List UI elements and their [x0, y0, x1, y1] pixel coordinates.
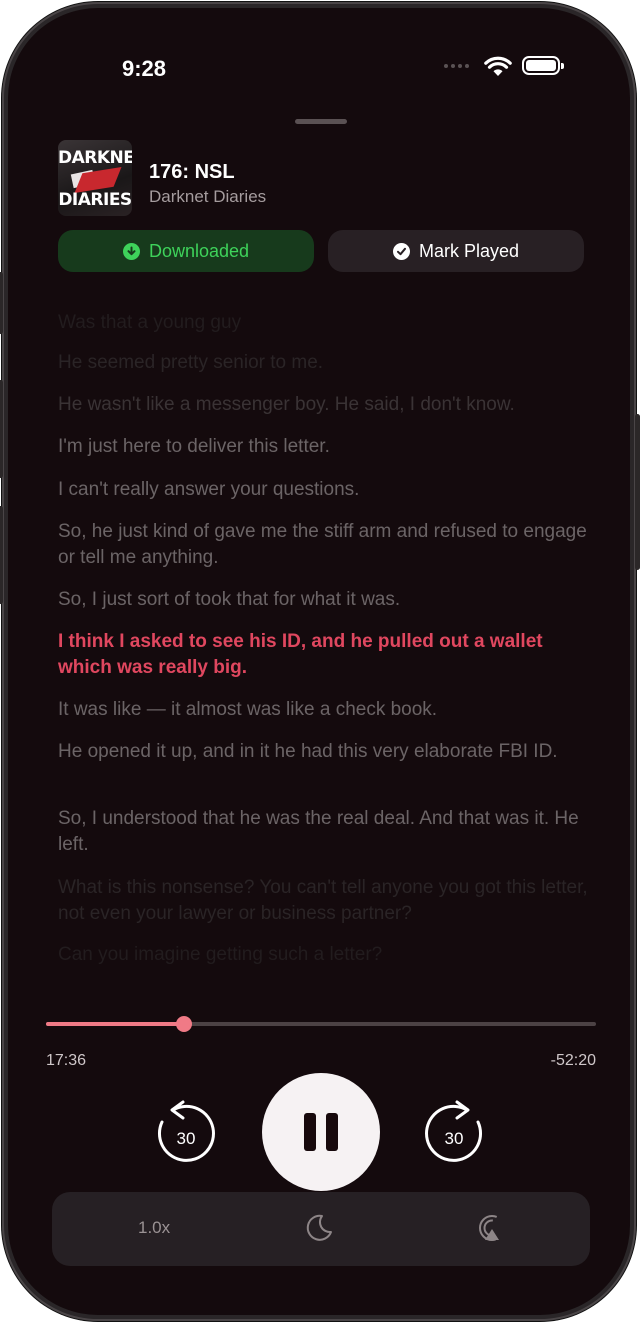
- skip-back-seconds: 30: [176, 1129, 196, 1148]
- battery-icon: [522, 56, 564, 75]
- download-check-icon: [122, 242, 140, 260]
- remaining-time: -52:20: [550, 1052, 596, 1069]
- side-button-volume-up: [0, 380, 3, 478]
- sheet-grabber[interactable]: [295, 119, 347, 124]
- transcript-line[interactable]: He opened it up, and in it he had this v…: [58, 739, 598, 765]
- phone-frame: 9:28 DARKNET DIARIES 176: NSL Darknet Di…: [0, 2, 640, 1321]
- skip-forward-button[interactable]: 30: [421, 1098, 487, 1168]
- transcript-line-current[interactable]: I think I asked to see his ID, and he pu…: [58, 629, 598, 681]
- skip-back-button[interactable]: 30: [153, 1098, 219, 1168]
- side-button-volume-down: [0, 506, 3, 604]
- wifi-icon: [484, 56, 512, 76]
- podcast-name[interactable]: Darknet Diaries: [149, 187, 266, 207]
- transcript-line[interactable]: So, I just sort of took that for what it…: [58, 587, 598, 613]
- transcript-line[interactable]: I'm just here to deliver this letter.: [58, 434, 598, 460]
- skip-forward-seconds: 30: [444, 1129, 464, 1148]
- transcript-line[interactable]: What is this nonsense? You can't tell an…: [58, 875, 598, 927]
- checkmark-icon: [392, 242, 410, 260]
- playback-speed-button[interactable]: 1.0x: [138, 1218, 170, 1238]
- transcript-line[interactable]: He wasn't like a messenger boy. He said,…: [58, 392, 598, 418]
- pause-icon-right-bar: [326, 1113, 338, 1151]
- bottom-toolbar: 1.0x: [52, 1192, 590, 1266]
- episode-title: 176: NSL: [149, 161, 235, 183]
- pause-icon-left-bar: [304, 1113, 316, 1151]
- transcript-line[interactable]: It was like — it almost was like a check…: [58, 697, 598, 723]
- transcript[interactable]: Was that a young guy He seemed pretty se…: [58, 298, 598, 978]
- pause-button[interactable]: [262, 1073, 380, 1191]
- signal-dots-icon: [444, 64, 469, 68]
- downloaded-button[interactable]: Downloaded: [58, 230, 314, 272]
- progress-fill: [46, 1022, 184, 1026]
- elapsed-time: 17:36: [46, 1052, 87, 1069]
- downloaded-label: Downloaded: [148, 240, 250, 261]
- transcript-line[interactable]: I can't really answer your questions.: [58, 477, 598, 503]
- moon-icon[interactable]: [304, 1213, 334, 1243]
- progress-scrubber[interactable]: [46, 1016, 596, 1032]
- screen: 9:28 DARKNET DIARIES 176: NSL Darknet Di…: [8, 8, 630, 1315]
- side-button-action: [0, 272, 3, 334]
- transcript-line[interactable]: So, I understood that he was the real de…: [58, 806, 598, 858]
- status-time: 9:28: [121, 56, 167, 81]
- podcast-artwork: DARKNET DIARIES: [58, 140, 132, 216]
- mark-played-label: Mark Played: [418, 240, 520, 261]
- artwork-text-top: DARKNET: [58, 148, 132, 168]
- transcript-line[interactable]: So, he just kind of gave me the stiff ar…: [58, 519, 598, 571]
- scrubber-thumb[interactable]: [175, 1016, 192, 1032]
- artwork-text-bottom: DIARIES: [58, 190, 132, 210]
- airplay-icon[interactable]: [476, 1214, 508, 1246]
- transcript-line[interactable]: Can you imagine getting such a letter?: [58, 942, 598, 968]
- transcript-line[interactable]: Was that a young guy: [58, 310, 598, 336]
- transcript-line[interactable]: He seemed pretty senior to me.: [58, 350, 598, 376]
- mark-played-button[interactable]: Mark Played: [328, 230, 584, 272]
- side-button-power: [635, 414, 640, 570]
